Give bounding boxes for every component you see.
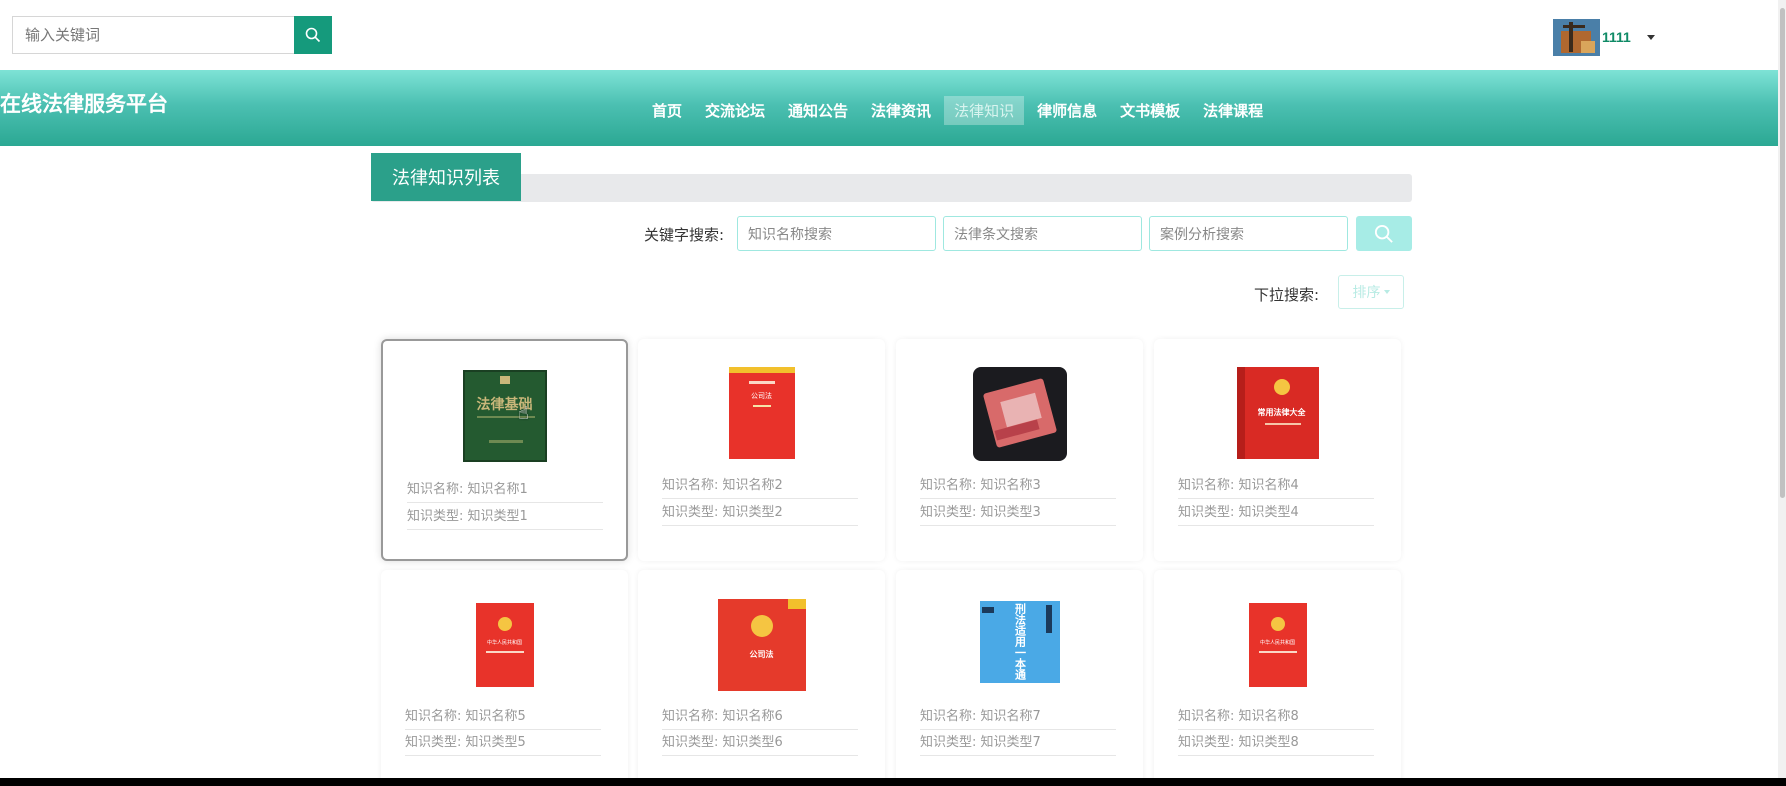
nav-courses[interactable]: 法律课程 xyxy=(1193,96,1273,125)
search-input[interactable] xyxy=(12,16,294,54)
book-cover-1: 法律基础 xyxy=(462,370,547,462)
search-icon xyxy=(305,27,321,43)
book-cover-5-title: 中华人民共和国 xyxy=(486,640,522,646)
knowledge-card-7[interactable]: 刑法适用一本通 知识名称: 知识名称7 知识类型: 知识类型7 xyxy=(896,570,1143,786)
knowledge-card-6-type: 知识类型: 知识类型6 xyxy=(662,731,858,756)
knowledge-card-1-name: 知识名称: 知识名称1 xyxy=(407,478,603,503)
nav-home[interactable]: 首页 xyxy=(642,96,692,125)
chevron-down-icon xyxy=(1383,290,1390,294)
case-analysis-search-input[interactable] xyxy=(1149,216,1348,251)
knowledge-card-8[interactable]: 中华人民共和国 知识名称: 知识名称8 知识类型: 知识类型8 xyxy=(1154,570,1401,786)
knowledge-card-5-name: 知识名称: 知识名称5 xyxy=(405,705,601,730)
book-cover-6-title: 公司法 xyxy=(749,650,774,659)
bottom-edge xyxy=(0,778,1786,786)
knowledge-card-7-type: 知识类型: 知识类型7 xyxy=(920,731,1116,756)
law-article-search-input[interactable] xyxy=(943,216,1142,251)
knowledge-card-2-name: 知识名称: 知识名称2 xyxy=(662,474,858,499)
keyword-search-button[interactable] xyxy=(1356,216,1412,251)
knowledge-card-4-type: 知识类型: 知识类型4 xyxy=(1178,501,1374,526)
brand-title: 在线法律服务平台 xyxy=(0,92,168,116)
knowledge-card-2[interactable]: 公司法 知识名称: 知识名称2 知识类型: 知识类型2 xyxy=(638,339,885,561)
main-nav: 首页 交流论坛 通知公告 法律资讯 法律知识 律师信息 文书模板 法律课程 xyxy=(642,96,1276,125)
nav-forum[interactable]: 交流论坛 xyxy=(695,96,775,125)
page: 1111 在线法律服务平台 首页 交流论坛 通知公告 法律资讯 法律知识 律师信… xyxy=(0,0,1786,786)
sort-dropdown-label: 排序 xyxy=(1352,285,1381,301)
knowledge-card-1-type: 知识类型: 知识类型1 xyxy=(407,505,603,530)
title-underline-bar xyxy=(371,174,1412,202)
header-band: 在线法律服务平台 首页 交流论坛 通知公告 法律资讯 法律知识 律师信息 文书模… xyxy=(0,70,1786,146)
nav-templates[interactable]: 文书模板 xyxy=(1110,96,1190,125)
knowledge-card-3-type: 知识类型: 知识类型3 xyxy=(920,501,1116,526)
search-icon xyxy=(1374,224,1393,243)
knowledge-card-4[interactable]: 常用法律大全 知识名称: 知识名称4 知识类型: 知识类型4 xyxy=(1154,339,1401,561)
knowledge-card-8-name: 知识名称: 知识名称8 xyxy=(1178,705,1374,730)
knowledge-card-2-type: 知识类型: 知识类型2 xyxy=(662,501,858,526)
knowledge-card-8-type: 知识类型: 知识类型8 xyxy=(1178,731,1374,756)
book-cover-2: 公司法 xyxy=(728,367,795,459)
nav-lawyers[interactable]: 律师信息 xyxy=(1027,96,1107,125)
section-title: 法律知识列表 xyxy=(371,153,521,201)
hand-cursor-icon: ☝ xyxy=(518,403,529,424)
keyword-search-label: 关键字搜索: xyxy=(644,226,725,244)
book-cover-4: 常用法律大全 xyxy=(1236,367,1319,459)
username: 1111 xyxy=(1602,29,1631,45)
knowledge-card-5[interactable]: 中华人民共和国 知识名称: 知识名称5 知识类型: 知识类型5 xyxy=(381,570,628,786)
sort-dropdown[interactable]: 排序 xyxy=(1338,275,1404,309)
book-cover-8: 中华人民共和国 xyxy=(1248,603,1307,687)
knowledge-card-7-name: 知识名称: 知识名称7 xyxy=(920,705,1116,730)
nav-knowledge[interactable]: 法律知识 xyxy=(944,96,1025,125)
knowledge-card-5-type: 知识类型: 知识类型5 xyxy=(405,731,601,756)
knowledge-card-1[interactable]: 法律基础 ☝ 知识名称: 知识名称1 知识类型: 知识类型1 xyxy=(381,339,628,561)
book-cover-6: 公司法 xyxy=(717,599,806,691)
search-button[interactable] xyxy=(294,16,332,54)
knowledge-card-6[interactable]: 公司法 知识名称: 知识名称6 知识类型: 知识类型6 xyxy=(638,570,885,786)
user-menu[interactable]: 1111 xyxy=(1553,18,1655,56)
avatar xyxy=(1553,18,1600,56)
scrollbar-thumb[interactable] xyxy=(1780,8,1785,498)
book-cover-2-title: 公司法 xyxy=(751,392,772,400)
nav-notice[interactable]: 通知公告 xyxy=(778,96,858,125)
dropdown-search-label: 下拉搜索: xyxy=(1254,286,1320,304)
book-cover-3 xyxy=(972,367,1067,461)
knowledge-card-3[interactable]: 知识名称: 知识名称3 知识类型: 知识类型3 xyxy=(896,339,1143,561)
book-cover-7-title: 刑法适用一本通 xyxy=(1013,603,1027,680)
knowledge-card-3-name: 知识名称: 知识名称3 xyxy=(920,474,1116,499)
book-cover-4-title: 常用法律大全 xyxy=(1257,408,1306,417)
book-cover-7: 刑法适用一本通 xyxy=(979,601,1060,683)
chevron-down-icon[interactable] xyxy=(1646,34,1655,40)
book-cover-1-title: 法律基础 xyxy=(476,397,533,413)
knowledge-name-search-input[interactable] xyxy=(737,216,936,251)
book-cover-5: 中华人民共和国 xyxy=(475,603,534,687)
knowledge-card-6-name: 知识名称: 知识名称6 xyxy=(662,705,858,730)
book-cover-8-title: 中华人民共和国 xyxy=(1259,640,1295,646)
knowledge-card-4-name: 知识名称: 知识名称4 xyxy=(1178,474,1374,499)
top-search xyxy=(12,16,332,54)
nav-news[interactable]: 法律资讯 xyxy=(861,96,941,125)
